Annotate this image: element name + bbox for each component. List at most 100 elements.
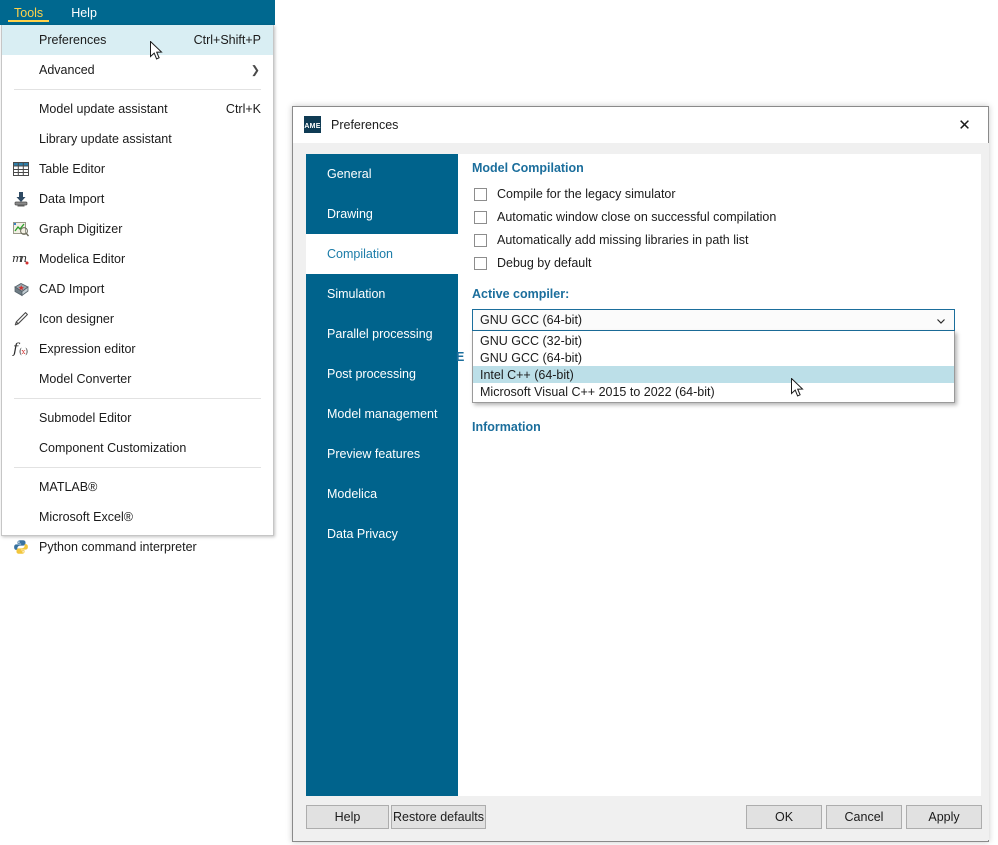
nav-item-label: Modelica — [327, 487, 377, 501]
checkbox-row-legacy-simulator[interactable]: Compile for the legacy simulator — [474, 187, 676, 201]
nav-item-label: Drawing — [327, 207, 373, 221]
nav-item-drawing[interactable]: Drawing — [306, 194, 458, 234]
nav-item-compilation[interactable]: Compilation — [306, 234, 458, 274]
nav-item-post-processing[interactable]: Post processing — [306, 354, 458, 394]
close-icon-glyph: ✕ — [958, 116, 971, 134]
python-icon — [12, 538, 30, 556]
graph-digitizer-icon — [12, 220, 30, 238]
menu-item-label: Model update assistant — [39, 102, 168, 116]
cad-import-icon — [12, 280, 30, 298]
amesim-app-icon: AME — [304, 116, 321, 133]
menu-item-label: Preferences — [39, 33, 106, 47]
nav-item-simulation[interactable]: Simulation — [306, 274, 458, 314]
menu-item-label: CAD Import — [39, 282, 104, 296]
menu-item-python-command-interpreter[interactable]: Python command interpreter — [2, 532, 273, 562]
function-icon: f ( x ) — [12, 340, 30, 358]
nav-item-modelica[interactable]: Modelica — [306, 474, 458, 514]
nav-item-general[interactable]: General — [306, 154, 458, 194]
menu-item-label: Modelica Editor — [39, 252, 125, 266]
nav-item-label: General — [327, 167, 371, 181]
menubar-item-help[interactable]: Help — [57, 0, 111, 25]
nav-item-parallel-processing[interactable]: Parallel processing — [306, 314, 458, 354]
menu-item-expression-editor[interactable]: f ( x ) Expression editor — [2, 334, 273, 364]
menu-item-cad-import[interactable]: CAD Import — [2, 274, 273, 304]
occluded-section-heading: E — [456, 350, 464, 364]
information-heading: Information — [472, 420, 541, 434]
checkbox-row-auto-window-close[interactable]: Automatic window close on successful com… — [474, 210, 776, 224]
active-compiler-value: GNU GCC (64-bit) — [480, 313, 582, 327]
chevron-right-icon: ❯ — [251, 64, 260, 77]
menubar-item-tools[interactable]: Tools — [0, 0, 57, 25]
menu-item-label: Table Editor — [39, 162, 105, 176]
menu-item-shortcut: Ctrl+Shift+P — [194, 33, 261, 47]
menu-item-microsoft-excel[interactable]: Microsoft Excel® — [2, 502, 273, 532]
menu-item-label: Microsoft Excel® — [39, 510, 133, 524]
nav-item-label: Model management — [327, 407, 437, 421]
preferences-category-list: General Drawing Compilation Simulation P… — [306, 154, 458, 805]
screen: Tools Help Preferences Ctrl+Shift+P Adva… — [0, 0, 998, 845]
menu-item-table-editor[interactable]: Table Editor — [2, 154, 273, 184]
help-button[interactable]: Help — [306, 805, 389, 829]
menu-item-data-import[interactable]: Data Import — [2, 184, 273, 214]
menu-item-model-update-assistant[interactable]: Model update assistant Ctrl+K — [2, 94, 273, 124]
menu-item-submodel-editor[interactable]: Submodel Editor — [2, 403, 273, 433]
menu-item-label: Submodel Editor — [39, 411, 131, 425]
checkbox-debug-by-default[interactable] — [474, 257, 487, 270]
menubar-item-tools-label: Tools — [14, 6, 43, 20]
menu-separator — [14, 398, 261, 399]
menu-item-label: Advanced — [39, 63, 95, 77]
checkbox-auto-add-libraries[interactable] — [474, 234, 487, 247]
nav-item-label: Data Privacy — [327, 527, 398, 541]
menu-item-model-converter[interactable]: Model Converter — [2, 364, 273, 394]
checkbox-row-auto-add-libraries[interactable]: Automatically add missing libraries in p… — [474, 233, 749, 247]
ok-button[interactable]: OK — [746, 805, 822, 829]
amesim-app-icon-text: AME — [304, 122, 320, 132]
menu-item-label: Component Customization — [39, 441, 186, 455]
nav-item-preview-features[interactable]: Preview features — [306, 434, 458, 474]
option-label: Intel C++ (64-bit) — [480, 368, 574, 382]
menu-item-library-update-assistant[interactable]: Library update assistant — [2, 124, 273, 154]
nav-item-label: Parallel processing — [327, 327, 433, 341]
menu-item-component-customization[interactable]: Component Customization — [2, 433, 273, 463]
close-icon[interactable]: ✕ — [941, 107, 988, 142]
option-msvc-2015-2022-64[interactable]: Microsoft Visual C++ 2015 to 2022 (64-bi… — [473, 383, 954, 400]
option-intel-cpp-64[interactable]: Intel C++ (64-bit) — [473, 366, 954, 383]
compilation-settings-pane: Model Compilation Compile for the legacy… — [458, 154, 981, 805]
menu-item-label: Library update assistant — [39, 132, 172, 146]
data-import-icon — [12, 190, 30, 208]
model-compilation-heading: Model Compilation — [472, 161, 584, 175]
nav-item-label: Simulation — [327, 287, 385, 301]
nav-item-data-privacy[interactable]: Data Privacy — [306, 514, 458, 554]
nav-item-label: Preview features — [327, 447, 420, 461]
menu-separator — [14, 89, 261, 90]
active-compiler-heading: Active compiler: — [472, 287, 569, 301]
pencil-icon — [12, 310, 30, 328]
apply-button[interactable]: Apply — [906, 805, 982, 829]
checkbox-legacy-simulator[interactable] — [474, 188, 487, 201]
cancel-button[interactable]: Cancel — [826, 805, 902, 829]
menu-item-matlab[interactable]: MATLAB® — [2, 472, 273, 502]
menu-item-shortcut: Ctrl+K — [226, 102, 261, 116]
checkbox-auto-window-close[interactable] — [474, 211, 487, 224]
option-label: GNU GCC (64-bit) — [480, 351, 582, 365]
checkbox-label: Debug by default — [497, 256, 592, 270]
nav-item-label: Post processing — [327, 367, 416, 381]
modelica-editor-icon: m n — [12, 250, 30, 268]
checkbox-row-debug-by-default[interactable]: Debug by default — [474, 256, 592, 270]
active-compiler-select[interactable]: GNU GCC (64-bit) — [472, 309, 955, 331]
option-gnu-gcc-64[interactable]: GNU GCC (64-bit) — [473, 349, 954, 366]
app-menubar: Tools Help — [0, 0, 275, 25]
active-compiler-option-list: GNU GCC (32-bit) GNU GCC (64-bit) Intel … — [472, 331, 955, 403]
option-gnu-gcc-32[interactable]: GNU GCC (32-bit) — [473, 332, 954, 349]
menu-item-advanced[interactable]: Advanced ❯ — [2, 55, 273, 85]
nav-item-model-management[interactable]: Model management — [306, 394, 458, 434]
menu-item-modelica-editor[interactable]: m n Modelica Editor — [2, 244, 273, 274]
dialog-body: General Drawing Compilation Simulation P… — [294, 143, 989, 806]
checkbox-label: Automatically add missing libraries in p… — [497, 233, 749, 247]
menu-item-icon-designer[interactable]: Icon designer — [2, 304, 273, 334]
restore-defaults-button[interactable]: Restore defaults — [391, 805, 486, 829]
menu-item-graph-digitizer[interactable]: Graph Digitizer — [2, 214, 273, 244]
menu-item-preferences[interactable]: Preferences Ctrl+Shift+P — [2, 25, 273, 55]
menu-item-label: MATLAB® — [39, 480, 97, 494]
help-button-label: Help — [335, 810, 361, 824]
